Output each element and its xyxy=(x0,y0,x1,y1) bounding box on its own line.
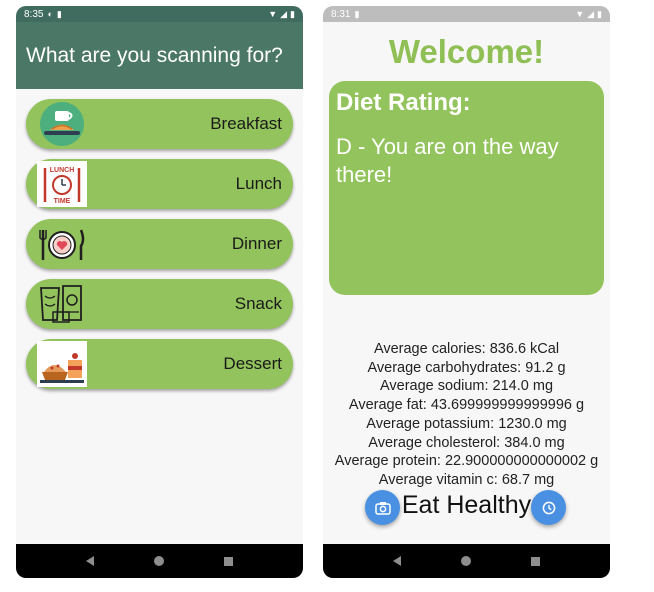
stat-line: Average protein: 22.900000000000002 g xyxy=(334,453,599,470)
stat-line: Average cholesterol: 384.0 mg xyxy=(368,434,565,451)
stat-line: Average calories: 836.6 kCal xyxy=(373,341,560,357)
clock-icon xyxy=(542,501,555,514)
page-title: What are you scanning for? xyxy=(26,43,283,67)
camera-icon xyxy=(374,501,391,515)
wifi-icon: ▼ xyxy=(575,8,585,19)
snack-button[interactable]: Snack xyxy=(26,279,293,329)
dessert-button[interactable]: Dessert xyxy=(26,339,293,389)
signal-icon: ◢ xyxy=(280,8,288,19)
battery-icon: ▮ xyxy=(290,8,295,19)
lunch-icon-word: LUNCH xyxy=(50,167,75,174)
rating-heading: Diet Rating: xyxy=(336,89,471,116)
sd-card-icon: ▮ xyxy=(56,8,62,19)
rating-text: D - You are on the way there! xyxy=(336,134,559,187)
meal-label: Dessert xyxy=(223,354,282,373)
nutrition-stats: Average calories: 836.6 kCal Average car… xyxy=(323,340,610,490)
meal-label: Lunch xyxy=(235,174,282,193)
back-icon[interactable] xyxy=(86,556,94,566)
sd-card-icon: ▮ xyxy=(354,8,360,19)
system-nav-bar xyxy=(16,544,303,578)
snack-icon xyxy=(37,281,87,327)
recents-icon[interactable] xyxy=(531,556,540,566)
dinner-button[interactable]: Dinner xyxy=(26,219,293,269)
dinner-plate-icon xyxy=(37,221,87,267)
meal-select-screen: 8:35 ◐ ▮ ▼ ◢ ▮ What are you scanning for… xyxy=(16,6,303,578)
home-icon[interactable] xyxy=(154,556,164,566)
app-bar: What are you scanning for? xyxy=(16,22,303,89)
time-icon-word: TIME xyxy=(54,198,71,205)
stat-line: Average vitamin c: 68.7 mg xyxy=(378,471,555,488)
back-icon[interactable] xyxy=(393,556,401,566)
diet-summary-screen: 8:31 ▮ ▼ ◢ ▮ Welcome! Diet Rating: D - Y… xyxy=(323,6,610,578)
signal-icon: ◢ xyxy=(587,8,595,19)
battery-icon: ▮ xyxy=(597,8,602,19)
stat-line: Average carbohydrates: 91.2 g xyxy=(367,359,566,376)
status-time: 8:35 xyxy=(24,8,44,20)
notification-icon: ◐ xyxy=(47,8,53,19)
recents-icon[interactable] xyxy=(224,556,233,566)
meal-list: Breakfast LUNCH TIME Lunch Dinner Snack … xyxy=(16,89,303,389)
footer-row: Eat Healthy xyxy=(323,488,610,528)
history-button[interactable] xyxy=(531,490,566,525)
lunch-time-icon: LUNCH TIME xyxy=(37,161,87,207)
wifi-icon: ▼ xyxy=(268,8,278,19)
diet-rating-card: Diet Rating: D - You are on the way ther… xyxy=(329,81,604,295)
home-icon[interactable] xyxy=(461,556,471,566)
status-time: 8:31 xyxy=(331,8,351,20)
welcome-heading: Welcome! xyxy=(388,33,545,70)
meal-label: Breakfast xyxy=(210,114,282,133)
stat-line: Average potassium: 1230.0 mg xyxy=(366,415,567,432)
status-bar: 8:35 ◐ ▮ ▼ ◢ ▮ xyxy=(16,6,303,22)
dessert-icon xyxy=(37,341,87,387)
lunch-button[interactable]: LUNCH TIME Lunch xyxy=(26,159,293,209)
stat-line: Average sodium: 214.0 mg xyxy=(379,378,554,395)
meal-label: Snack xyxy=(234,294,282,313)
scan-camera-button[interactable] xyxy=(365,490,400,525)
stat-line: Average fat: 43.699999999999996 g xyxy=(348,397,585,414)
breakfast-button[interactable]: Breakfast xyxy=(26,99,293,149)
breakfast-icon xyxy=(37,101,87,147)
system-nav-bar xyxy=(323,544,610,578)
status-bar: 8:31 ▮ ▼ ◢ ▮ xyxy=(323,6,610,22)
meal-label: Dinner xyxy=(231,234,282,253)
